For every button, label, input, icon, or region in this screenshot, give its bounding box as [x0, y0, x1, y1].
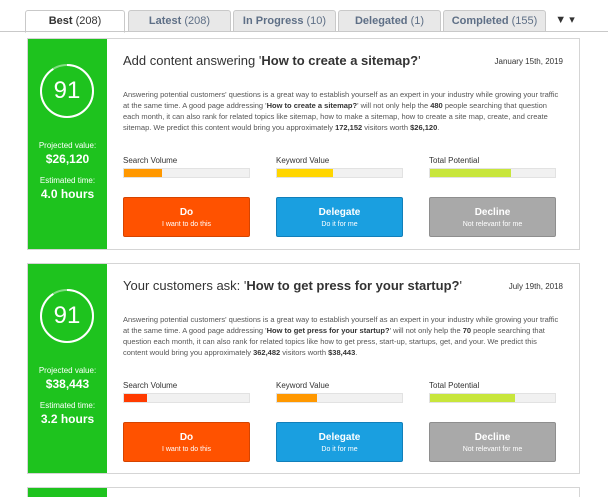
- delegate-button[interactable]: Delegate Do it for me: [276, 197, 403, 237]
- score-value: 91: [53, 77, 81, 104]
- tab-latest-label: Latest: [148, 15, 182, 27]
- keyword-value-bar: [276, 168, 403, 178]
- decline-button[interactable]: Decline Not relevant for me: [429, 422, 556, 462]
- tab-completed-count: (155): [511, 15, 538, 27]
- tab-delegated-count: (1): [410, 15, 425, 27]
- estimated-time-label: Estimated time:: [39, 176, 96, 185]
- card-sidebar: [28, 488, 107, 497]
- tab-in-progress[interactable]: In Progress (10): [233, 10, 336, 32]
- keyword-value-bar: [276, 393, 403, 403]
- decline-button[interactable]: Decline Not relevant for me: [429, 197, 556, 237]
- keyword-value-label: Keyword Value: [276, 156, 330, 165]
- opportunity-card: 91 Projected value: $26,120 Estimated ti…: [27, 38, 580, 250]
- tab-delegated-label: Delegated: [354, 15, 408, 27]
- projected-value-label: Projected value:: [38, 366, 97, 375]
- projected-value: $38,443: [45, 377, 90, 391]
- opportunity-card-partial: [27, 487, 580, 497]
- tab-in-progress-label: In Progress: [242, 15, 304, 27]
- tab-delegated[interactable]: Delegated (1): [338, 10, 441, 32]
- tab-completed[interactable]: Completed (155): [443, 10, 546, 32]
- keyword-value-metric: Keyword Value: [276, 156, 403, 178]
- tab-best[interactable]: Best (208): [25, 10, 125, 33]
- card-title: Add content answering 'How to create a s…: [123, 53, 421, 68]
- total-potential-metric: Total Potential: [429, 381, 556, 403]
- estimated-time-label: Estimated time:: [39, 401, 96, 410]
- tab-latest[interactable]: Latest (208): [128, 10, 231, 32]
- total-potential-metric: Total Potential: [429, 156, 556, 178]
- tabs-divider: [0, 31, 608, 32]
- opportunity-card: 91 Projected value: $38,443 Estimated ti…: [27, 263, 580, 474]
- estimated-time: 4.0 hours: [40, 187, 95, 201]
- filter-dropdown-icon[interactable]: ▼ ▾: [550, 10, 580, 32]
- tab-completed-label: Completed: [451, 15, 509, 27]
- projected-value-label: Projected value:: [38, 141, 97, 150]
- total-potential-label: Total Potential: [429, 381, 480, 390]
- delegate-button[interactable]: Delegate Do it for me: [276, 422, 403, 462]
- search-volume-metric: Search Volume: [123, 381, 250, 403]
- score-ring: 91: [37, 286, 97, 346]
- score-ring: 91: [37, 61, 97, 121]
- tab-latest-count: (208): [184, 15, 211, 27]
- total-potential-bar: [429, 393, 556, 403]
- card-sidebar: 91 Projected value: $38,443 Estimated ti…: [28, 264, 107, 473]
- estimated-time: 3.2 hours: [40, 412, 95, 426]
- card-sidebar: 91 Projected value: $26,120 Estimated ti…: [28, 39, 107, 249]
- do-button[interactable]: Do I want to do this: [123, 197, 250, 237]
- tab-in-progress-count: (10): [306, 15, 327, 27]
- search-volume-bar: [123, 393, 250, 403]
- search-volume-bar: [123, 168, 250, 178]
- score-value: 91: [53, 302, 81, 329]
- card-title: Your customers ask: 'How to get press fo…: [123, 278, 462, 293]
- total-potential-bar: [429, 168, 556, 178]
- card-description: Answering potential customers' questions…: [123, 315, 559, 357]
- tab-best-label: Best: [48, 15, 73, 27]
- keyword-value-metric: Keyword Value: [276, 381, 403, 403]
- tab-bar: Best (208) Latest (208) In Progress (10)…: [25, 10, 585, 33]
- tab-best-count: (208): [75, 15, 102, 27]
- card-description: Answering potential customers' questions…: [123, 90, 559, 132]
- total-potential-label: Total Potential: [429, 156, 480, 165]
- projected-value: $26,120: [45, 152, 90, 166]
- keyword-value-label: Keyword Value: [276, 381, 330, 390]
- search-volume-metric: Search Volume: [123, 156, 250, 178]
- do-button[interactable]: Do I want to do this: [123, 422, 250, 462]
- card-date: July 19th, 2018: [508, 282, 563, 291]
- search-volume-label: Search Volume: [123, 156, 178, 165]
- search-volume-label: Search Volume: [123, 381, 178, 390]
- card-date: January 15th, 2019: [494, 57, 564, 66]
